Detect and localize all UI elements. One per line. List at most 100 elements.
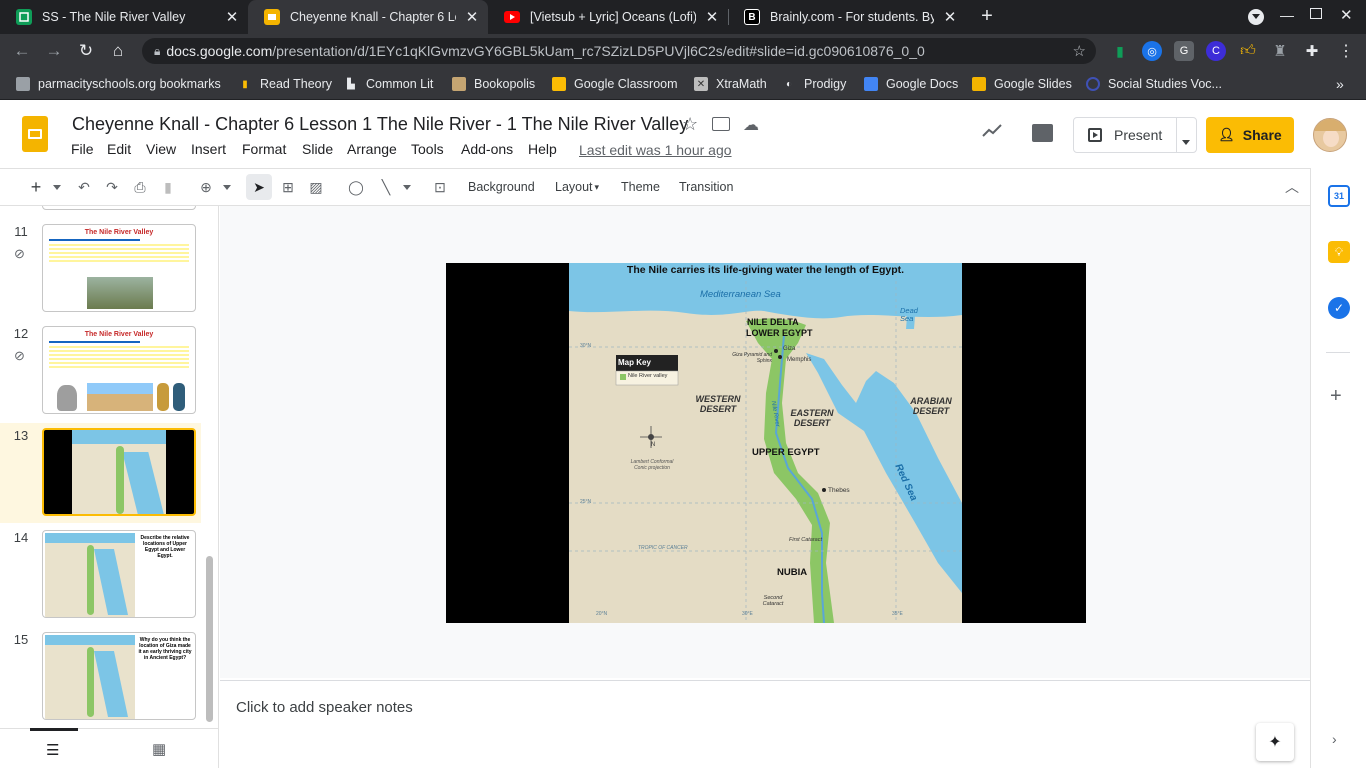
browser-tab[interactable]: SS - The Nile River Valley ✕ [0,0,248,34]
cast-icon[interactable]: ▮ [1110,41,1130,61]
menu-tools[interactable]: Tools [411,141,444,157]
home-icon[interactable]: ⌂ [102,37,134,65]
new-tab-button[interactable]: + [976,5,998,27]
menu-view[interactable]: View [146,141,176,157]
select-tool-icon[interactable]: ➤ [246,174,272,200]
paint-format-icon[interactable]: ▮ [158,177,178,197]
present-button[interactable]: Present [1073,117,1197,153]
star-icon[interactable]: ☆ [1073,42,1086,60]
menu-edit[interactable]: Edit [107,141,131,157]
menu-slide[interactable]: Slide [302,141,333,157]
bookmark-read-theory[interactable]: ▮ Read Theory [238,68,332,100]
address-bar[interactable]: 🔒︎ docs.google.com/presentation/d/1EYc1q… [142,38,1096,64]
background-button[interactable]: Background [468,176,535,198]
explore-icon[interactable]: ✦ [1256,723,1294,761]
bookmark-xtramath[interactable]: ✕ XtraMath [694,68,767,100]
share-button[interactable]: 👤︎ Share [1206,117,1294,153]
chevron-down-icon[interactable] [50,177,64,197]
tasks-icon[interactable]: ✓ [1328,297,1350,319]
puzzle-icon[interactable]: ✚ [1302,41,1322,61]
thumbs-up-icon[interactable]: 👍︎ [1238,41,1258,61]
avatar[interactable] [1313,118,1347,152]
menu-add-ons[interactable]: Add-ons [461,141,513,157]
print-icon[interactable]: ⎙ [130,177,150,197]
menu-help[interactable]: Help [528,141,557,157]
book-icon: ▙ [347,78,355,90]
browser-tab[interactable]: B Brainly.com - For students. By st ✕ [728,0,966,34]
filmstrip-scrollbar[interactable] [206,556,213,722]
menu-insert[interactable]: Insert [191,141,226,157]
close-icon[interactable]: ✕ [462,7,482,27]
bookmark-google-classroom[interactable]: Google Classroom [552,68,678,100]
slide-thumbnail[interactable]: Describe the relative locations of Upper… [42,530,196,618]
back-icon[interactable]: ← [6,37,38,65]
close-icon[interactable]: ✕ [940,7,960,27]
speaker-notes-panel[interactable] [220,680,1310,768]
undo-icon[interactable]: ↶ [74,177,94,197]
bookmark-bookopolis[interactable]: Bookopolis [452,68,535,100]
chevron-down-icon[interactable] [220,177,234,197]
grammar-extension-icon[interactable]: G [1174,41,1194,61]
image-icon[interactable]: ▨ [306,177,326,197]
keep-icon[interactable]: 💡︎ [1328,241,1350,263]
minimize-icon[interactable]: — [1280,7,1294,23]
c-extension-icon[interactable]: C [1206,41,1226,61]
transition-button[interactable]: Transition [679,176,733,198]
text-box-icon[interactable]: ⊞ [278,177,298,197]
maximize-icon[interactable] [1310,8,1322,19]
map-label: NILE DELTA [747,317,799,327]
bookmark-prodigy[interactable]: ◐ Prodigy [782,68,846,100]
slide-thumbnail[interactable]: The Nile River Valley [42,326,196,414]
calendar-icon[interactable]: 31 [1328,185,1350,207]
reload-icon[interactable]: ↻ [70,37,102,65]
filmstrip-view-icon[interactable]: ☰ [46,741,59,759]
browser-menu-icon[interactable]: ⋮ [1336,41,1356,61]
menu-file[interactable]: File [71,141,94,157]
forward-icon[interactable]: → [38,37,70,65]
browser-tab[interactable]: [Vietsub + Lyric] Oceans (Lofi) - S ✕ [488,0,728,34]
chevron-down-icon[interactable] [1182,132,1190,148]
line-icon[interactable]: ╲ [376,177,396,197]
grid-view-icon[interactable]: ▦ [152,740,166,758]
slide-thumbnail[interactable]: Why do you think the location of Giza ma… [42,632,196,720]
speaker-notes-placeholder[interactable]: Click to add speaker notes [236,699,413,716]
bookmark-folder[interactable]: parmacityschools.org bookmarks [16,68,221,100]
menu-arrange[interactable]: Arrange [347,141,397,157]
redo-icon[interactable]: ↷ [102,177,122,197]
zoom-icon[interactable]: ⊕ [196,177,216,197]
add-addon-icon[interactable]: + [1330,385,1342,408]
star-icon[interactable]: ☆ [682,114,698,135]
window-close-icon[interactable]: ✕ [1340,6,1353,24]
chevron-down-icon[interactable] [400,177,414,197]
bookmark-social-studies[interactable]: Social Studies Voc... [1086,68,1222,100]
add-comment-icon[interactable]: ⊡ [430,177,450,197]
collapse-toolbar-icon[interactable]: ︿ [1282,177,1302,197]
comments-icon[interactable] [1032,124,1053,142]
bookmark-google-docs[interactable]: Google Docs [864,68,958,100]
close-icon[interactable]: ✕ [222,7,242,27]
slide-thumbnail[interactable] [42,206,196,210]
slide-thumbnail-selected[interactable] [42,428,196,516]
menu-format[interactable]: Format [242,141,286,157]
close-icon[interactable]: ✕ [702,7,722,27]
chevron-right-icon[interactable]: › [1332,731,1337,747]
slide-thumbnail[interactable]: The Nile River Valley [42,224,196,312]
document-title[interactable]: Cheyenne Knall - Chapter 6 Lesson 1 The … [72,114,688,135]
new-slide-icon[interactable]: + [26,177,46,197]
theme-button[interactable]: Theme [621,176,660,198]
layout-button[interactable]: Layout ▾ [555,176,599,198]
bookmark-google-slides[interactable]: Google Slides [972,68,1072,100]
shield-extension-icon[interactable]: ♜ [1270,41,1290,61]
browser-tab-active[interactable]: Cheyenne Knall - Chapter 6 Less ✕ [248,0,488,34]
bookmark-common-lit[interactable]: ▙ Common Lit [344,68,433,100]
url-host: docs.google.com [166,43,273,59]
tab-search-icon[interactable] [1248,9,1264,25]
more-bookmarks-icon[interactable]: » [1336,68,1344,100]
slides-logo-icon[interactable] [22,116,48,152]
activity-dashboard-icon[interactable] [982,124,1002,143]
move-folder-icon[interactable] [712,117,730,131]
current-slide[interactable]: The Nile carries its life-giving water t… [446,263,1086,624]
extension-icon[interactable]: ◎ [1142,41,1162,61]
last-edit-link[interactable]: Last edit was 1 hour ago [579,142,732,158]
shape-icon[interactable]: ◯ [346,177,366,197]
